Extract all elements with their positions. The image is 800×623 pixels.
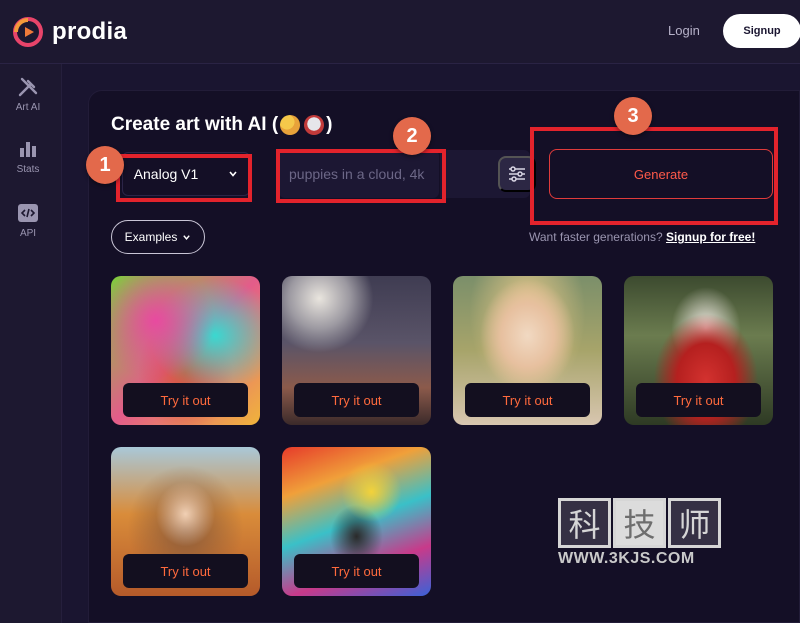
example-card[interactable]: Try it out [111, 447, 260, 596]
chevron-down-icon [183, 234, 191, 240]
examples-label: Examples [124, 230, 178, 244]
faster-text-label: Want faster generations? [529, 230, 663, 244]
palette-emoji-icon [280, 114, 301, 135]
annotation-box-generate [530, 127, 778, 225]
try-it-out-button[interactable]: Try it out [294, 554, 419, 588]
sidebar-item-stats[interactable]: Stats [0, 138, 56, 175]
watermark-char: 科 [558, 498, 611, 548]
annotation-box-prompt [276, 149, 446, 203]
page-title: Create art with AI () [111, 114, 333, 136]
prodia-logo-icon [13, 17, 43, 47]
example-card[interactable]: Try it out [453, 276, 602, 425]
annotation-badge-3: 3 [614, 97, 652, 135]
example-card[interactable]: Try it out [624, 276, 773, 425]
sidebar: Art AI Stats API [0, 64, 62, 623]
login-link[interactable]: Login [668, 23, 700, 38]
example-card[interactable]: Try it out [282, 276, 431, 425]
example-card[interactable]: Try it out [111, 276, 260, 425]
brand-logo[interactable]: prodia [12, 16, 127, 48]
annotation-badge-1: 1 [86, 146, 124, 184]
annotation-box-model [116, 154, 252, 202]
sidebar-item-art-ai[interactable]: Art AI [0, 76, 56, 113]
sliders-icon [509, 166, 525, 182]
signup-button[interactable]: Signup [723, 14, 800, 48]
sidebar-item-api[interactable]: API [0, 202, 56, 239]
code-icon [17, 202, 39, 224]
examples-button[interactable]: Examples [111, 220, 205, 254]
title-close: ) [326, 114, 333, 135]
bar-chart-icon [17, 138, 39, 160]
try-it-out-button[interactable]: Try it out [123, 554, 248, 588]
brush-wand-icon [17, 76, 39, 98]
watermark-url: WWW.3KJS.COM [558, 550, 695, 567]
example-card[interactable]: Try it out [282, 447, 431, 596]
watermark: 科 技 师 WWW.3KJS.COM [558, 498, 723, 568]
sidebar-item-label: API [19, 228, 37, 239]
title-text: Create art with AI ( [111, 114, 279, 135]
annotation-badge-2: 2 [393, 117, 431, 155]
robot-emoji-icon [304, 114, 325, 135]
top-header: prodia Login Signup [0, 0, 800, 64]
try-it-out-button[interactable]: Try it out [294, 383, 419, 417]
faster-generations-text: Want faster generations? Signup for free… [529, 230, 755, 244]
sidebar-item-label: Art AI [15, 102, 41, 113]
watermark-char: 师 [668, 498, 721, 548]
try-it-out-button[interactable]: Try it out [123, 383, 248, 417]
sidebar-item-label: Stats [16, 164, 40, 175]
signup-free-link[interactable]: Signup for free! [666, 230, 755, 244]
watermark-char: 技 [613, 498, 666, 548]
try-it-out-button[interactable]: Try it out [465, 383, 590, 417]
try-it-out-button[interactable]: Try it out [636, 383, 761, 417]
brand-name: prodia [52, 18, 128, 45]
